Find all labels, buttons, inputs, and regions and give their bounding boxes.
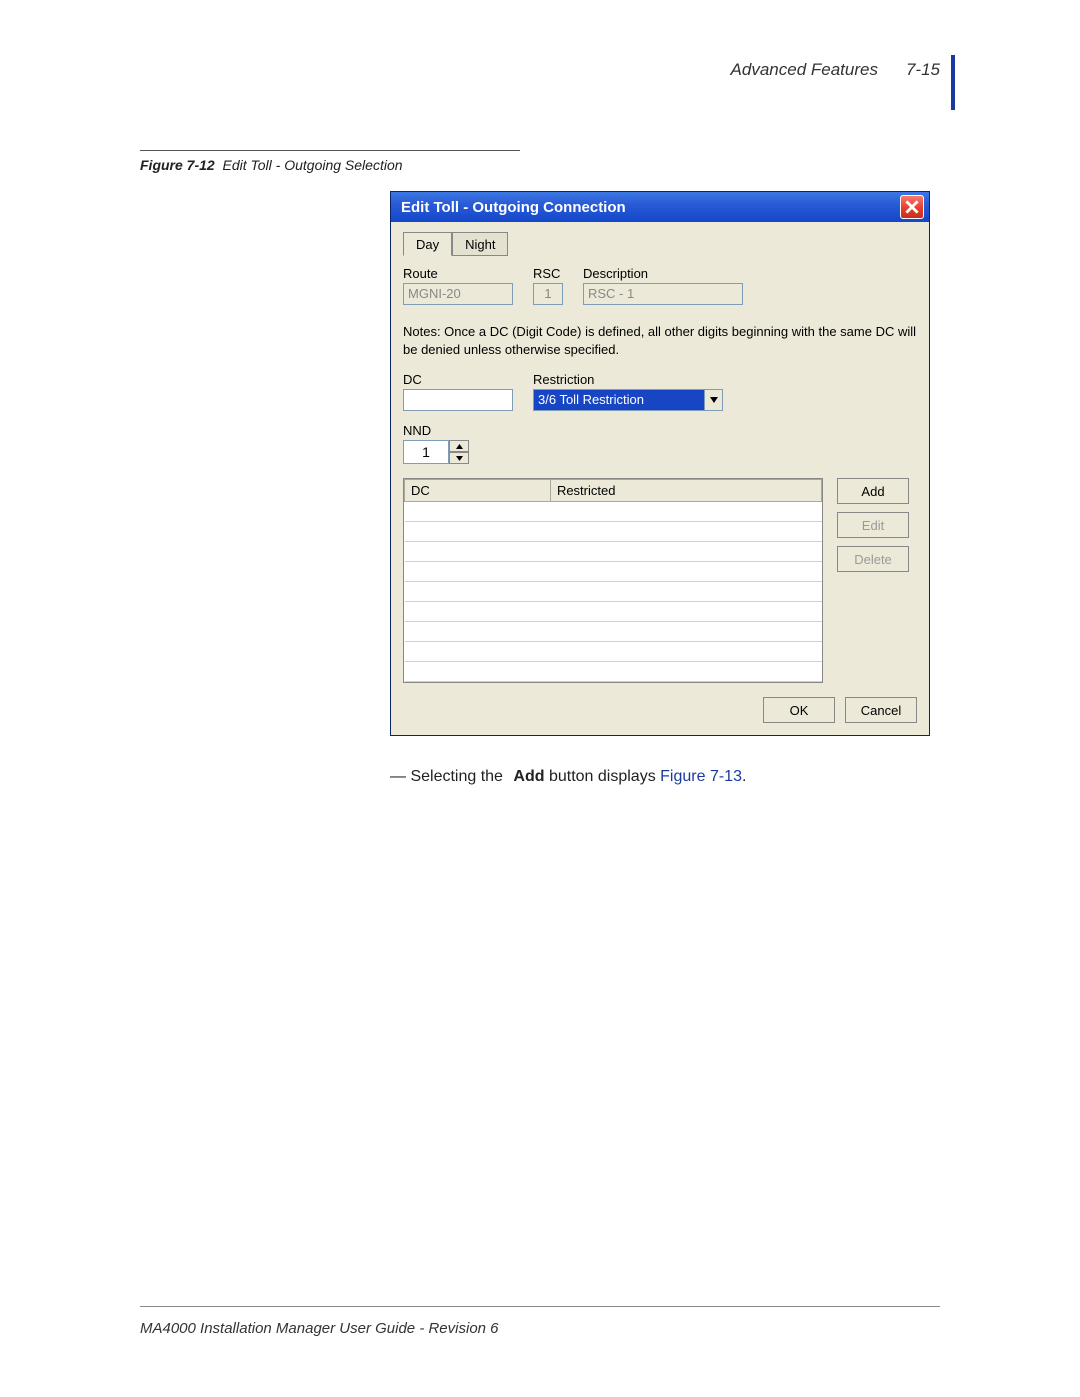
- edit-button[interactable]: Edit: [837, 512, 909, 538]
- footer-rule: [140, 1306, 940, 1307]
- description-field: RSC - 1: [583, 283, 743, 305]
- rsc-label: RSC: [533, 266, 563, 281]
- route-label: Route: [403, 266, 513, 281]
- restriction-label: Restriction: [533, 372, 723, 387]
- cancel-button[interactable]: Cancel: [845, 697, 917, 723]
- dc-table[interactable]: DC Restricted: [403, 478, 823, 683]
- table-row[interactable]: [405, 662, 822, 682]
- restriction-combo[interactable]: 3/6 Toll Restriction: [533, 389, 723, 411]
- tab-night[interactable]: Night: [452, 232, 508, 256]
- header-section: Advanced Features: [731, 60, 878, 80]
- table-row[interactable]: [405, 502, 822, 522]
- nnd-spinner[interactable]: [403, 440, 473, 464]
- col-dc[interactable]: DC: [405, 480, 551, 502]
- ok-button[interactable]: OK: [763, 697, 835, 723]
- body-mid: button displays: [545, 768, 661, 785]
- page-header: Advanced Features 7-15: [731, 60, 940, 80]
- table-row[interactable]: [405, 602, 822, 622]
- dialog-title: Edit Toll - Outgoing Connection: [401, 199, 626, 216]
- edit-toll-dialog: Edit Toll - Outgoing Connection Day Nigh…: [390, 191, 930, 736]
- body-prefix: — Selecting the: [390, 768, 507, 785]
- nnd-up-button[interactable]: [449, 440, 469, 452]
- figure-title: Edit Toll - Outgoing Selection: [222, 157, 402, 173]
- nnd-input[interactable]: [403, 440, 449, 464]
- dialog-titlebar[interactable]: Edit Toll - Outgoing Connection: [391, 192, 929, 222]
- table-row[interactable]: [405, 622, 822, 642]
- dc-label: DC: [403, 372, 513, 387]
- chevron-down-icon: [456, 456, 463, 461]
- body-bold: Add: [513, 768, 544, 785]
- tab-strip: Day Night: [403, 232, 917, 256]
- chevron-down-icon: [710, 397, 718, 403]
- table-row[interactable]: [405, 642, 822, 662]
- description-label: Description: [583, 266, 743, 281]
- route-field: MGNI-20: [403, 283, 513, 305]
- combo-arrow[interactable]: [705, 389, 723, 411]
- table-row[interactable]: [405, 542, 822, 562]
- table-row[interactable]: [405, 582, 822, 602]
- close-icon: [905, 200, 919, 214]
- figure-label: Figure 7-12: [140, 157, 215, 173]
- figure-rule: [140, 150, 520, 151]
- table-header-row: DC Restricted: [405, 480, 822, 502]
- notes-text: Notes: Once a DC (Digit Code) is defined…: [403, 323, 917, 358]
- add-button[interactable]: Add: [837, 478, 909, 504]
- nnd-label: NND: [403, 423, 917, 438]
- close-button[interactable]: [900, 195, 924, 219]
- header-page-number: 7-15: [906, 60, 940, 80]
- page-footer: MA4000 Installation Manager User Guide -…: [140, 1320, 499, 1337]
- body-paragraph: — Selecting the Add button displays Figu…: [390, 768, 940, 786]
- chevron-up-icon: [456, 444, 463, 449]
- col-restricted[interactable]: Restricted: [550, 480, 821, 502]
- figure-reference-link[interactable]: Figure 7-13: [660, 768, 742, 785]
- delete-button[interactable]: Delete: [837, 546, 909, 572]
- dc-input[interactable]: [403, 389, 513, 411]
- table-row[interactable]: [405, 522, 822, 542]
- body-suffix: .: [742, 768, 746, 785]
- restriction-selected: 3/6 Toll Restriction: [533, 389, 705, 411]
- rsc-field: 1: [533, 283, 563, 305]
- nnd-down-button[interactable]: [449, 452, 469, 464]
- table-row[interactable]: [405, 562, 822, 582]
- figure-caption: Figure 7-12 Edit Toll - Outgoing Selecti…: [140, 157, 940, 173]
- tab-day[interactable]: Day: [403, 232, 452, 256]
- header-vertical-rule: [951, 55, 955, 110]
